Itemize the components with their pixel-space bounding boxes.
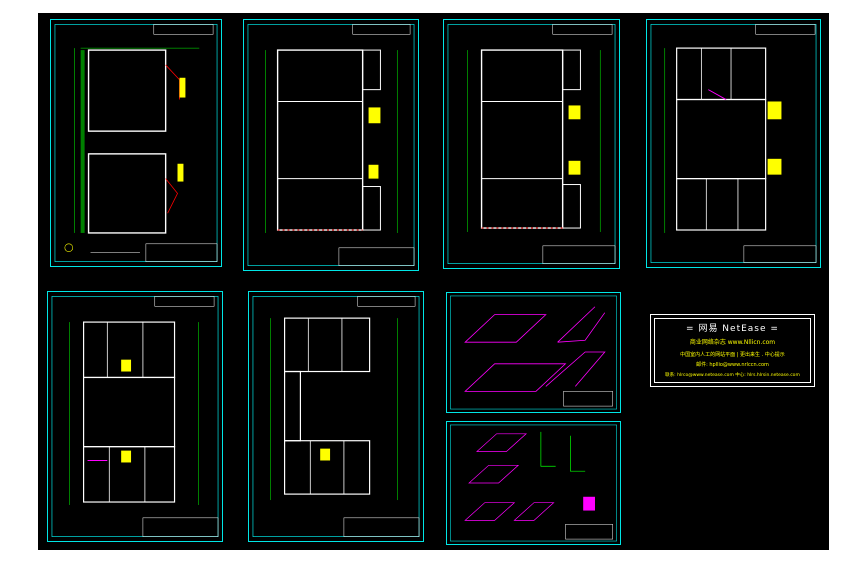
watermark-line-3: 邮件: hpllio@www.nrlccn.com [696, 362, 769, 368]
drawing-sheet-8[interactable] [446, 421, 621, 545]
watermark-line-1: 商业网络杂志 www.Nllicn.com [689, 339, 776, 346]
drawing-sheet-3[interactable] [443, 19, 620, 269]
isometric-pipes-b [450, 424, 617, 542]
floor-plan-6 [252, 296, 420, 537]
cad-drawing-canvas[interactable]: = 网易 NetEase = 商业网络杂志 www.Nllicn.com 中国室… [38, 13, 829, 550]
floor-plan-5 [51, 296, 219, 537]
watermark-line-4: 联系: hlrco@www.netease.com 中心: hlrs.hlrsi… [665, 373, 800, 378]
floor-plan-1 [54, 24, 218, 262]
drawing-sheet-1[interactable] [50, 19, 222, 267]
drawing-sheet-7[interactable] [446, 292, 621, 413]
watermark-line-2: 中国室内人工的网站平面 | 更出来生 . 中心提示 [680, 352, 785, 358]
watermark-title: = 网易 NetEase = [686, 324, 779, 334]
isometric-pipes-a [450, 295, 617, 410]
floor-plan-2 [247, 24, 415, 266]
drawing-sheet-5[interactable] [47, 291, 223, 542]
watermark-panel: = 网易 NetEase = 商业网络杂志 www.Nllicn.com 中国室… [650, 314, 815, 387]
floor-plan-3 [447, 24, 616, 264]
floor-plan-4 [650, 24, 817, 263]
drawing-sheet-2[interactable] [243, 19, 419, 271]
drawing-sheet-6[interactable] [248, 291, 424, 542]
drawing-sheet-4[interactable] [646, 19, 821, 268]
